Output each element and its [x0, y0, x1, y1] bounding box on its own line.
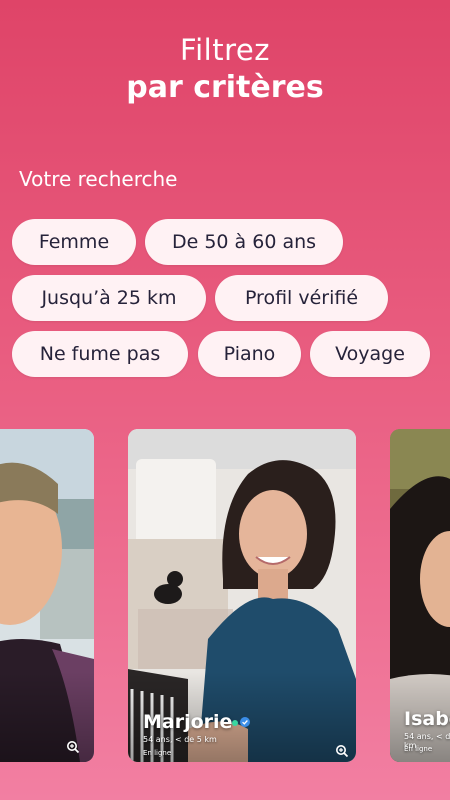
filter-chip-travel[interactable]: Voyage	[310, 331, 430, 377]
filter-chip-gender[interactable]: Femme	[12, 219, 136, 265]
filter-chip-non-smoker[interactable]: Ne fume pas	[12, 331, 188, 377]
profile-status: En ligne	[404, 745, 433, 753]
headline-line-2: par critères	[126, 70, 324, 105]
profile-meta: 54 ans, < de 5 km	[143, 735, 217, 744]
filter-chip-verified[interactable]: Profil vérifié	[215, 275, 388, 321]
search-section-label: Votre recherche	[19, 167, 178, 191]
profile-card-left[interactable]	[0, 429, 94, 762]
zoom-in-icon[interactable]	[335, 744, 349, 758]
verified-badge-icon	[240, 717, 250, 727]
profile-name: Marjorie	[143, 711, 233, 733]
filter-chip-piano[interactable]: Piano	[198, 331, 301, 377]
headline-line-1: Filtrez	[180, 33, 270, 67]
filter-chip-distance[interactable]: Jusqu’à 25 km	[12, 275, 206, 321]
headline: Filtrez par critères	[0, 32, 450, 108]
filter-chip-age[interactable]: De 50 à 60 ans	[145, 219, 343, 265]
profile-status: En ligne	[143, 749, 172, 757]
profile-card-right[interactable]: Isabe 54 ans, < de 5 km En ligne	[390, 429, 450, 762]
online-dot-icon	[232, 720, 238, 726]
profile-card-marjorie[interactable]: Marjorie 54 ans, < de 5 km En ligne	[128, 429, 356, 762]
zoom-in-icon[interactable]	[66, 740, 80, 754]
profile-name: Isabe	[404, 708, 450, 730]
